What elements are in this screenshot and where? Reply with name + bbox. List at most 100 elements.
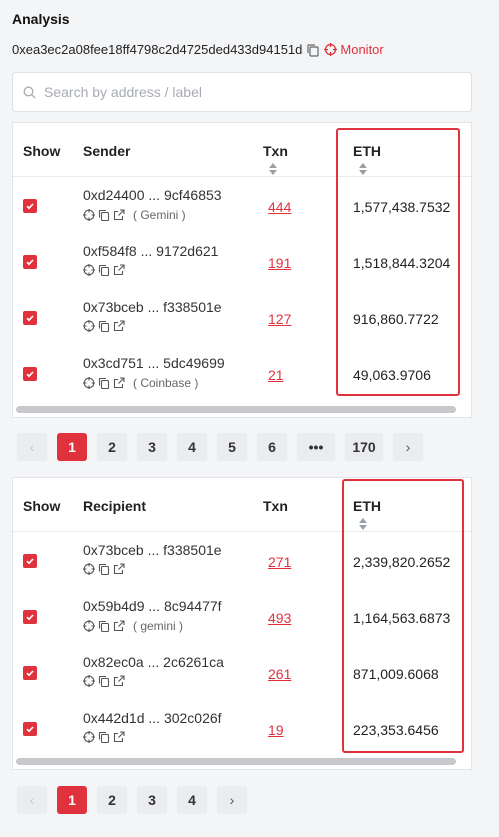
column-eth-label: ETH (353, 498, 381, 514)
table-row: 0x73bceb ... f338501e 127 916,860.7722 (13, 289, 471, 345)
eth-amount: 1,577,438.7532 (353, 199, 451, 215)
more-pages-button[interactable]: ••• (297, 433, 335, 461)
column-show: Show (23, 498, 61, 514)
search-input[interactable] (44, 84, 471, 100)
address-text: 0xea3ec2a08fee18ff4798c2d4725ded433d9415… (12, 42, 303, 57)
crosshair-icon[interactable] (83, 675, 95, 687)
copy-icon[interactable] (98, 563, 110, 575)
eth-amount: 871,009.6068 (353, 666, 439, 682)
horizontal-scrollbar[interactable] (16, 406, 456, 413)
crosshair-icon[interactable] (83, 620, 95, 632)
address-actions: ( Gemini ) (83, 208, 186, 222)
column-eth[interactable]: ETH (353, 143, 381, 175)
eth-amount: 1,164,563.6873 (353, 610, 451, 626)
search-box[interactable] (12, 72, 472, 112)
show-checkbox[interactable] (23, 554, 37, 568)
next-page-button[interactable]: › (393, 433, 423, 461)
page-button[interactable]: 1 (57, 786, 87, 814)
txn-count-link[interactable]: 21 (268, 367, 284, 383)
page-button[interactable]: 3 (137, 433, 167, 461)
txn-count-link[interactable]: 271 (268, 554, 291, 570)
column-eth[interactable]: ETH (353, 498, 381, 530)
txn-count-link[interactable]: 493 (268, 610, 291, 626)
sort-icon[interactable] (359, 518, 367, 530)
copy-icon[interactable] (98, 209, 110, 221)
page-button[interactable]: 6 (257, 433, 287, 461)
page-button[interactable]: 4 (177, 433, 207, 461)
address-link[interactable]: 0x59b4d9 ... 8c94477f (83, 598, 222, 614)
crosshair-icon[interactable] (83, 563, 95, 575)
show-checkbox[interactable] (23, 199, 37, 213)
external-link-icon[interactable] (113, 731, 125, 743)
page-button[interactable]: 1 (57, 433, 87, 461)
show-checkbox[interactable] (23, 311, 37, 325)
eth-amount: 223,353.6456 (353, 722, 439, 738)
crosshair-icon[interactable] (83, 209, 95, 221)
external-link-icon[interactable] (113, 320, 125, 332)
txn-count-link[interactable]: 127 (268, 311, 291, 327)
monitor-button[interactable]: Monitor (324, 42, 384, 57)
copy-icon[interactable] (98, 675, 110, 687)
external-link-icon[interactable] (113, 377, 125, 389)
horizontal-scrollbar[interactable] (16, 758, 456, 765)
txn-count-link[interactable]: 191 (268, 255, 291, 271)
txn-count-link[interactable]: 19 (268, 722, 284, 738)
page-button[interactable]: 2 (97, 786, 127, 814)
checkbox-checked-icon (26, 614, 34, 621)
show-checkbox[interactable] (23, 367, 37, 381)
show-checkbox[interactable] (23, 666, 37, 680)
sort-icon[interactable] (269, 163, 277, 175)
external-link-icon[interactable] (113, 620, 125, 632)
show-checkbox[interactable] (23, 610, 37, 624)
show-checkbox[interactable] (23, 722, 37, 736)
next-page-button[interactable]: › (217, 786, 247, 814)
table-row: 0xf584f8 ... 9172d621 191 1,518,844.3204 (13, 233, 471, 289)
crosshair-icon[interactable] (83, 731, 95, 743)
prev-page-button[interactable]: ‹ (17, 786, 47, 814)
checkbox-checked-icon (26, 371, 34, 378)
column-txn-label: Txn (263, 498, 288, 514)
sort-icon[interactable] (359, 163, 367, 175)
page-button[interactable]: 4 (177, 786, 207, 814)
copy-icon[interactable] (98, 264, 110, 276)
external-link-icon[interactable] (113, 209, 125, 221)
copy-icon[interactable] (98, 620, 110, 632)
search-icon (23, 86, 36, 98)
address-link[interactable]: 0x3cd751 ... 5dc49699 (83, 355, 225, 371)
column-txn[interactable]: Txn (263, 143, 288, 175)
copy-icon[interactable] (98, 320, 110, 332)
prev-page-button[interactable]: ‹ (17, 433, 47, 461)
address-link[interactable]: 0x442d1d ... 302c026f (83, 710, 222, 726)
copy-icon[interactable] (306, 43, 320, 57)
txn-count-link[interactable]: 261 (268, 666, 291, 682)
crosshair-icon[interactable] (83, 320, 95, 332)
crosshair-icon[interactable] (83, 377, 95, 389)
external-link-icon[interactable] (113, 264, 125, 276)
column-show: Show (23, 143, 61, 159)
checkbox-checked-icon (26, 259, 34, 266)
entity-label: ( Coinbase ) (133, 376, 199, 390)
page-button[interactable]: 3 (137, 786, 167, 814)
page-button[interactable]: 2 (97, 433, 127, 461)
checkbox-checked-icon (26, 726, 34, 733)
address-link[interactable]: 0x82ec0a ... 2c6261ca (83, 654, 224, 670)
external-link-icon[interactable] (113, 563, 125, 575)
address-link[interactable]: 0xd24400 ... 9cf46853 (83, 187, 222, 203)
column-recipient: Recipient (83, 498, 147, 514)
show-checkbox[interactable] (23, 255, 37, 269)
column-txn[interactable]: Txn (263, 498, 288, 514)
address-link[interactable]: 0x73bceb ... f338501e (83, 542, 222, 558)
address-link[interactable]: 0x73bceb ... f338501e (83, 299, 222, 315)
address-actions (83, 731, 133, 743)
page-button[interactable]: 5 (217, 433, 247, 461)
crosshair-icon[interactable] (83, 264, 95, 276)
table-row: 0x3cd751 ... 5dc49699 ( Coinbase ) 21 49,06… (13, 345, 471, 401)
table-row: 0x82ec0a ... 2c6261ca 261 871,009.6068 (13, 644, 471, 700)
address-link[interactable]: 0xf584f8 ... 9172d621 (83, 243, 218, 259)
checkbox-checked-icon (26, 670, 34, 677)
page-button[interactable]: 170 (345, 433, 383, 461)
external-link-icon[interactable] (113, 675, 125, 687)
txn-count-link[interactable]: 444 (268, 199, 291, 215)
copy-icon[interactable] (98, 377, 110, 389)
copy-icon[interactable] (98, 731, 110, 743)
